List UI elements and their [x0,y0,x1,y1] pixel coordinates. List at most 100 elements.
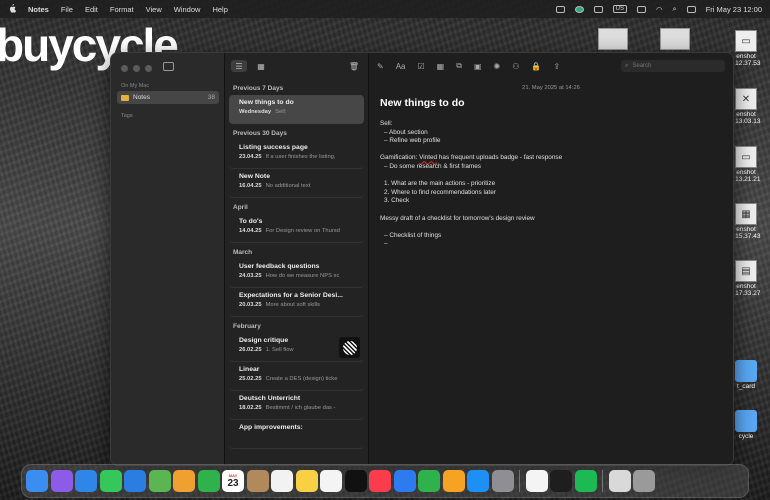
collaborate-icon[interactable]: ⚇ [512,62,519,71]
sidebar-tags-header[interactable]: Tags [121,113,133,119]
note-list-item[interactable]: To do's 14.04.25 For Design review on Thur… [229,214,364,243]
dock-tv-icon[interactable] [344,470,367,492]
note-list-item[interactable]: Linear 25.02.25 Create a DES (design) tick… [229,362,364,391]
note-list-item[interactable]: Listing success page 23.04.25 If a user fi… [229,140,364,169]
dock-system-settings-icon[interactable] [491,470,514,492]
note-list-item[interactable]: App improvements: [229,420,364,449]
checklist-icon[interactable]: ☑ [418,62,425,71]
window-controls [121,65,152,72]
sidebar-toggle-icon[interactable] [163,62,174,71]
menu-help[interactable]: Help [212,5,227,14]
note-item-preview: If a user finishes the listing, [265,154,336,160]
note-item-meta: 20.03.25 More about soft skills [239,302,354,308]
screen-share-icon[interactable] [555,5,565,13]
dock-freeform-icon[interactable] [320,470,342,492]
misspelled-word[interactable]: Vinted [419,154,437,161]
screenshot-thumbnail[interactable] [598,28,628,50]
note-list-item[interactable]: User feedback questions 24.03.25 How do we… [229,259,364,288]
dock-mail-icon[interactable] [124,470,146,492]
note-group-header: February [233,323,261,330]
trash-icon[interactable]: 🗑 [346,60,362,72]
minimize-button[interactable] [133,65,140,72]
note-item-preview: For Design review on Thursd [265,228,340,234]
compose-icon[interactable]: ✎ [377,62,384,71]
note-item-date: 18.02.25 [239,405,262,411]
dock-launchpad-icon[interactable] [50,470,73,492]
dock-messages-icon[interactable] [99,470,122,492]
note-date: 21. May 2025 at 14:26 [522,85,580,91]
bluetooth-icon[interactable] [593,5,603,13]
note-list: ☰ ▦ 🗑 Previous 7 Days New things to do Wed… [225,53,369,465]
dock-numbers-icon[interactable] [418,470,440,492]
close-button[interactable] [121,65,128,72]
folder-name: Notes [133,94,150,101]
menu-window[interactable]: Window [174,5,201,14]
dock-notes-icon[interactable] [295,470,318,492]
note-item-preview: How do we measure NPS sc [265,273,340,279]
dock-facetime-icon[interactable] [197,470,220,492]
file-thumbnail-icon: ▭ [735,30,757,52]
note-item-title: Listing success page [239,144,308,151]
menu-app-notes[interactable]: Notes [28,5,49,14]
dock-reminders-icon[interactable] [271,470,293,492]
dock-keynote-icon[interactable] [393,470,416,492]
body-line: Gamification: Vinted has frequent upload… [380,154,563,162]
menu-edit[interactable]: Edit [85,5,98,14]
dock-downloads-icon[interactable] [608,470,631,492]
list-view-icon[interactable]: ☰ [231,60,247,72]
file-thumbnail-icon: ▤ [735,260,757,282]
body-line: – Checklist of things [384,231,442,239]
dock-figma-icon[interactable] [550,470,572,492]
dock-contacts-icon[interactable] [246,470,269,492]
note-item-preview: More about soft skills [265,302,321,308]
control-center-icon[interactable] [686,5,696,13]
table-icon[interactable]: ▦ [437,62,445,71]
search-field[interactable]: ⌕ Search [621,60,725,72]
markup-icon[interactable]: ✺ [494,62,501,71]
dock-chrome-icon[interactable] [525,470,548,492]
note-list-item[interactable]: Deutsch Unterricht 18.02.25 Bestimmt / ich… [229,391,364,420]
gallery-view-icon[interactable]: ▦ [253,60,269,72]
note-list-item[interactable]: New Note 16.04.25 No additional text [229,169,364,198]
sidebar-folder-notes[interactable]: Notes 38 [117,91,219,104]
display-icon[interactable] [636,5,646,13]
note-list-item[interactable]: Design critique 26.02.25 1. Sell flow [229,333,364,362]
dock-trash-icon[interactable] [633,470,655,492]
media-icon[interactable]: ▣ [474,62,482,71]
dock-app-store-icon[interactable] [467,470,489,492]
folder-icon [121,94,129,101]
note-item-date: 25.02.25 [239,376,262,382]
menubar-datetime[interactable]: Fri May 23 12:00 [706,5,762,14]
zoom-button[interactable] [145,65,152,72]
dock-safari-icon[interactable] [75,470,97,492]
note-item-meta: 25.02.25 Create a DES (design) ticke [239,376,354,382]
menu-format[interactable]: Format [110,5,134,14]
apple-icon[interactable] [8,3,18,15]
dock-finder-icon[interactable] [26,470,48,492]
note-item-meta: 16.04.25 No additional text [239,183,354,189]
screenshot-thumbnail[interactable] [660,28,690,50]
note-body[interactable]: Sell: – About section – Refine web profi… [380,120,722,249]
note-group-header: Previous 30 Days [233,130,287,137]
attachment-icon[interactable]: ⧉ [456,61,462,71]
dock-music-icon[interactable] [369,470,391,492]
note-list-item[interactable]: Expectations for a Senior Desi... 20.03.2… [229,288,364,317]
note-item-preview: Create a DES (design) ticke [265,376,338,382]
wifi-icon[interactable]: ◠ [656,5,663,14]
menu-view[interactable]: View [146,5,162,14]
search-icon[interactable]: ⌕ [673,4,677,14]
dock-pages-icon[interactable] [442,470,465,492]
text-format-icon[interactable]: Aa [396,62,406,71]
dock-calendar-icon[interactable]: MAY 23 [222,470,244,492]
note-list-item[interactable]: New things to do Wednesday Sell: [229,95,364,124]
dock-spotify-icon[interactable] [574,470,597,492]
dock-maps-icon[interactable] [148,470,171,492]
note-title[interactable]: New things to do [380,97,733,109]
input-source-badge[interactable]: US [612,5,627,13]
lock-icon[interactable]: 🔒 [531,62,541,71]
note-item-meta: 14.04.25 For Design review on Thursd [239,228,354,234]
share-icon[interactable]: ⇪ [553,62,560,71]
status-app-icon[interactable] [574,5,584,13]
dock-photos-icon[interactable] [173,470,195,492]
menu-file[interactable]: File [61,5,73,14]
